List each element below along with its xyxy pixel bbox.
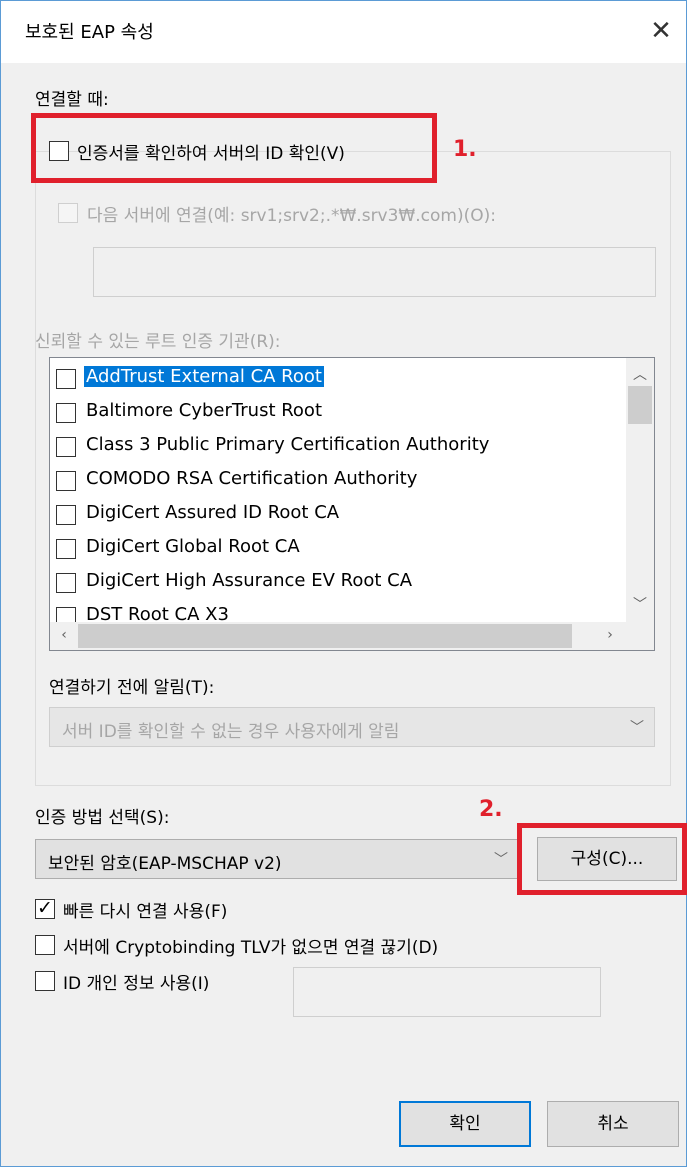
ca-name: Baltimore CyberTrust Root [86,400,323,421]
ca-name: DigiCert Global Root CA [86,536,300,557]
notify-label: 연결하기 전에 알림(T): [49,678,215,698]
ok-button[interactable]: 확인 [399,1101,531,1147]
horizontal-scrollbar[interactable]: ‹ › [50,622,626,650]
trusted-ca-list[interactable]: AddTrust External CA Root Baltimore Cybe… [49,357,655,651]
list-item[interactable]: DigiCert High Assurance EV Root CA [54,566,624,598]
list-item[interactable]: COMODO RSA Certification Authority [54,464,624,496]
ca-checkbox[interactable] [56,437,76,457]
chevron-down-icon: ﹀ [494,852,508,868]
notify-dropdown[interactable]: 서버 ID를 확인할 수 없는 경우 사용자에게 알림 ﹀ [49,707,655,747]
scroll-right-icon[interactable]: › [596,627,624,643]
auth-method-dropdown[interactable]: 보안된 암호(EAP-MSCHAP v2) ﹀ [35,839,519,879]
servers-input[interactable] [93,247,656,297]
scroll-left-icon[interactable]: ‹ [50,627,78,643]
scroll-down-icon[interactable]: ﹀ [626,594,654,614]
checkmark-icon: ✓ [37,897,53,919]
list-item[interactable]: Class 3 Public Primary Certification Aut… [54,430,624,462]
disconnect-label[interactable]: 서버에 Cryptobinding TLV가 없으면 연결 끊기(D) [63,933,438,958]
horizontal-scroll-thumb[interactable] [78,624,572,648]
close-icon[interactable]: ✕ [641,11,681,51]
auth-method-label: 인증 방법 선택(S): [35,808,170,828]
step2-marker: 2. [479,797,503,822]
list-item[interactable]: Baltimore CyberTrust Root [54,396,624,428]
trusted-ca-label: 신뢰할 수 있는 루트 인증 기관(R): [35,332,281,352]
eap-properties-dialog: 보호된 EAP 속성 ✕ 연결할 때: 인증서를 확인하여 서버의 ID 확인(… [0,0,687,1167]
auth-method-value: 보안된 암호(EAP-MSCHAP v2) [48,854,282,874]
ca-name: DigiCert High Assurance EV Root CA [86,570,413,591]
ca-name: AddTrust External CA Root [84,366,324,387]
list-item[interactable]: AddTrust External CA Root [54,362,624,394]
ca-name: DigiCert Assured ID Root CA [86,502,340,523]
connect-heading: 연결할 때: [35,90,109,110]
ca-checkbox[interactable] [56,471,76,491]
disconnect-checkbox[interactable] [35,935,55,955]
title-bar: 보호된 EAP 속성 ✕ [1,1,686,63]
vertical-scrollbar[interactable]: ︿ ﹀ [626,358,654,622]
connect-servers-label: 다음 서버에 연결(예: srv1;srv2;.*₩.srv3₩.com)(O)… [87,206,496,226]
list-item[interactable]: DigiCert Global Root CA [54,532,624,564]
cancel-button[interactable]: 취소 [547,1101,679,1147]
vertical-scroll-thumb[interactable] [628,386,652,424]
fast-reconnect-label[interactable]: 빠른 다시 연결 사용(F) [63,897,227,922]
identity-privacy-checkbox[interactable] [35,971,55,991]
highlight-box-step1 [31,113,437,183]
anonymous-identity-input[interactable] [293,967,601,1017]
ca-checkbox[interactable] [56,573,76,593]
ca-checkbox[interactable] [56,539,76,559]
notify-value: 서버 ID를 확인할 수 없는 경우 사용자에게 알림 [62,722,400,742]
identity-privacy-label[interactable]: ID 개인 정보 사용(I) [63,969,209,994]
highlight-box-step2 [517,823,687,895]
fast-reconnect-checkbox[interactable]: ✓ [35,897,55,919]
connect-servers-checkbox[interactable] [58,203,78,223]
ca-checkbox[interactable] [56,403,76,423]
ca-name: Class 3 Public Primary Certification Aut… [86,434,490,455]
dialog-title: 보호된 EAP 속성 [25,22,154,43]
ca-checkbox[interactable] [56,505,76,525]
scroll-corner [626,622,654,650]
scroll-up-icon[interactable]: ︿ [626,364,654,384]
ca-name: COMODO RSA Certification Authority [86,468,418,489]
list-item[interactable]: DigiCert Assured ID Root CA [54,498,624,530]
step1-marker: 1. [453,137,477,162]
ca-checkbox[interactable] [56,369,76,389]
chevron-down-icon: ﹀ [630,720,644,736]
